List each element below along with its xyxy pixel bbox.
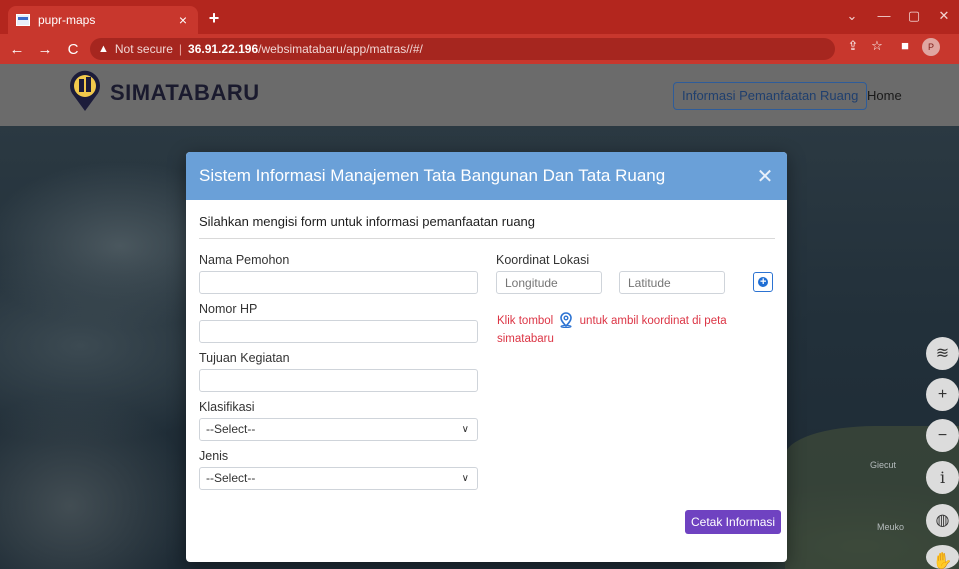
koordinat-label: Koordinat Lokasi <box>496 253 590 267</box>
reload-button[interactable]: C <box>62 41 84 58</box>
klasifikasi-selected: --Select-- <box>206 422 256 436</box>
browser-tab-bar: pupr-maps × + ⌄ — ▢ ✕ <box>0 0 959 34</box>
klasifikasi-label: Klasifikasi <box>199 400 255 414</box>
info-pemanfaatan-button[interactable]: Informasi Pemanfaatan Ruang <box>673 82 868 110</box>
tujuan-label: Tujuan Kegiatan <box>199 351 290 365</box>
info-icon[interactable]: i <box>926 461 959 494</box>
jenis-selected: --Select-- <box>206 471 256 485</box>
klasifikasi-select[interactable]: --Select-- ∨ <box>199 418 478 441</box>
browser-toolbar: ← → C ▲ Not secure | 36.91.22.196/websim… <box>0 34 959 64</box>
location-hint: Klik tombol untuk ambil koordinat di pet… <box>497 312 767 348</box>
forward-button[interactable]: → <box>34 41 56 58</box>
hand-icon[interactable]: ✋ <box>926 545 959 569</box>
jenis-label: Jenis <box>199 449 229 463</box>
url-host: 36.91.22.196 <box>188 42 259 56</box>
location-pin-icon <box>560 312 573 328</box>
chevron-down-icon: ∨ <box>461 424 469 435</box>
maximize-button[interactable]: ▢ <box>904 8 924 24</box>
app-logo-text: SIMATABARU <box>110 80 260 105</box>
url-separator: | <box>178 42 183 56</box>
sidebar-icon[interactable]: ■ <box>896 38 914 53</box>
warning-icon: ▲ <box>98 43 109 55</box>
star-icon[interactable]: ☆ <box>868 38 886 54</box>
hint-text-start: Klik tombol <box>497 315 554 327</box>
tujuan-input[interactable] <box>199 369 478 392</box>
close-window-button[interactable]: ✕ <box>934 8 954 24</box>
map-label-meuko: Meuko <box>877 522 905 532</box>
modal-divider <box>199 238 775 239</box>
share-icon[interactable]: ⇪ <box>844 38 862 54</box>
new-tab-button[interactable]: + <box>204 8 224 29</box>
chevron-down-icon: ∨ <box>461 473 469 484</box>
favicon-icon <box>16 14 30 26</box>
info-modal: Sistem Informasi Manajemen Tata Bangunan… <box>186 152 787 562</box>
zoom-out-icon[interactable]: − <box>926 419 959 452</box>
zoom-in-icon[interactable]: + <box>926 378 959 411</box>
tab-close-button[interactable]: × <box>176 12 190 28</box>
modal-close-button[interactable]: ✕ <box>755 164 775 189</box>
cetak-informasi-button[interactable]: Cetak Informasi <box>685 510 782 534</box>
hp-input[interactable] <box>199 320 478 343</box>
modal-subtitle: Silahkan mengisi form untuk informasi pe… <box>199 214 536 229</box>
profile-avatar[interactable]: P <box>922 38 940 56</box>
app-header: SIMATABARU Informasi Pemanfaatan Ruang H… <box>0 64 959 126</box>
url-path: /websimatabaru/app/matras//#/ <box>258 42 423 56</box>
get-location-button[interactable]: + <box>753 272 773 292</box>
map-label-giecut: Giecut <box>870 460 897 470</box>
browser-tab[interactable]: pupr-maps × <box>8 6 198 34</box>
security-label: Not secure <box>114 42 173 56</box>
layers-icon[interactable]: ≋ <box>926 337 959 370</box>
back-button[interactable]: ← <box>6 41 28 58</box>
home-link[interactable]: Home <box>867 88 902 103</box>
address-bar[interactable]: ▲ Not secure | 36.91.22.196/websimatabar… <box>90 38 835 60</box>
longitude-input[interactable] <box>496 271 602 294</box>
modal-header: Sistem Informasi Manajemen Tata Bangunan… <box>186 152 787 200</box>
globe-icon[interactable]: ◍ <box>926 504 959 537</box>
plus-icon: + <box>760 276 767 288</box>
jenis-select[interactable]: --Select-- ∨ <box>199 467 478 490</box>
hp-label: Nomor HP <box>199 302 258 316</box>
tab-search-icon[interactable]: ⌄ <box>842 8 862 24</box>
latitude-input[interactable] <box>619 271 725 294</box>
nama-label: Nama Pemohon <box>199 253 290 267</box>
minimize-button[interactable]: — <box>874 8 894 23</box>
nama-input[interactable] <box>199 271 478 294</box>
modal-title: Sistem Informasi Manajemen Tata Bangunan… <box>199 166 666 185</box>
logo-pin-icon <box>70 70 100 111</box>
tab-title: pupr-maps <box>38 13 96 27</box>
